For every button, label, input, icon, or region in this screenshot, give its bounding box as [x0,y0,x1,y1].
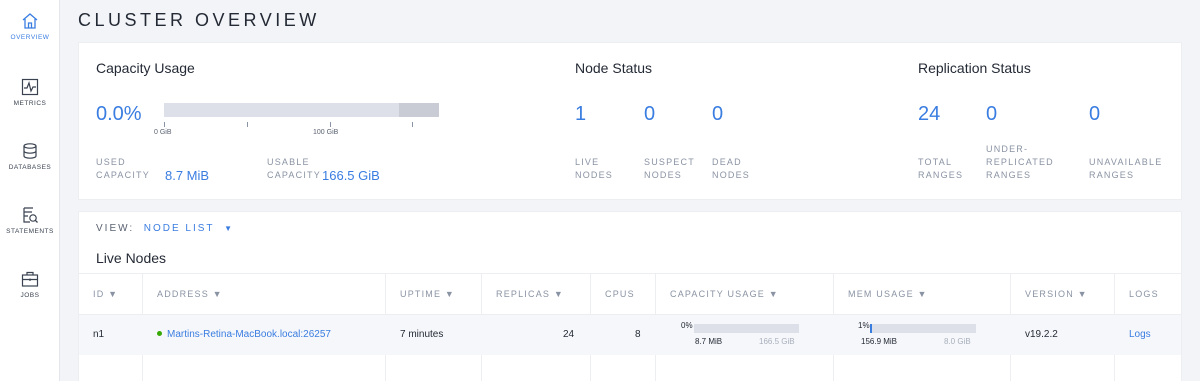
nav-item-metrics[interactable]: METRICS [0,78,60,107]
usable-capacity-label: USABLE CAPACITY [267,156,321,182]
col-replicas[interactable]: REPLICAS ▼ [496,274,564,314]
nav-label-statements: STATEMENTS [6,228,54,235]
usable-capacity-value: 166.5 GiB [322,168,380,183]
under-replicated-label: UNDER- REPLICATED RANGES [986,143,1054,182]
sidebar: OVERVIEW METRICS DATABASES STATEMENTS JO… [0,0,60,381]
axis-tick [164,122,165,127]
cell-version: v19.2.2 [1025,329,1058,340]
view-dropdown-value: NODE LIST [143,223,215,234]
nav-item-databases[interactable]: DATABASES [0,142,60,171]
nav-item-overview[interactable]: OVERVIEW [0,12,60,41]
live-nodes-count: 1 [575,103,587,125]
dead-nodes-label-line-1: DEAD [712,157,742,167]
view-dropdown[interactable]: NODE LIST ▼ [144,223,234,234]
capacity-total-cell: 166.5 GiB [759,337,795,346]
mem-used-cell: 156.9 MiB [861,337,898,346]
cell-replicas: 24 [563,329,575,340]
unavailable-ranges-count: 0 [1089,103,1101,125]
under-replicated-label-line-2: REPLICATED [986,157,1054,167]
node-address-link[interactable]: Martins-Retina-MacBook.local:26257 [167,329,331,340]
mem-percent-cell: 1% [858,321,870,330]
axis-label-0: 0 GiB [154,129,172,136]
nav-label-metrics: METRICS [13,100,47,107]
node-status-title: Node Status [575,60,653,76]
table-header: ID ▼ ADDRESS ▼ UPTIME ▼ REPLICAS ▼ CPUS … [79,273,1181,315]
page-title: CLUSTER OVERVIEW [78,10,320,30]
col-version[interactable]: VERSION ▼ [1025,274,1088,314]
table-row: n1 Martins-Retina-MacBook.local:26257 7 … [79,315,1181,355]
suspect-nodes-count: 0 [644,103,656,125]
col-address[interactable]: ADDRESS ▼ [157,274,223,314]
live-nodes-label-line-1: LIVE [575,157,600,167]
col-capacity-usage[interactable]: CAPACITY USAGE ▼ [670,274,779,314]
capacity-mini-bar [694,324,799,333]
capacity-percent: 0.0% [96,103,142,125]
capacity-percent-cell: 0% [681,321,693,330]
database-icon [23,143,37,159]
status-dot-icon [157,330,162,336]
capacity-usage-title: Capacity Usage [96,60,195,76]
axis-tick [330,122,331,127]
statements-icon [23,207,38,223]
unavailable-ranges-label: UNAVAILABLE RANGES [1089,156,1162,182]
nav-label-jobs: JOBS [20,292,40,299]
live-nodes-label-line-2: NODES [575,170,614,180]
mem-mini-bar-fill [870,324,872,333]
summary-card: Capacity Usage 0.0% 0 GiB 100 GiB USED C… [78,42,1182,200]
col-uptime[interactable]: UPTIME ▼ [400,274,455,314]
usable-label-line-1: USABLE [267,157,310,167]
total-ranges-label-line-2: RANGES [918,170,964,180]
col-cpus: CPUS [605,289,635,299]
logs-link[interactable]: Logs [1129,315,1151,355]
caret-down-icon: ▼ [224,224,234,233]
col-logs: LOGS [1129,289,1159,299]
view-selector: VIEW: NODE LIST ▼ [96,223,234,234]
nav-label-databases: DATABASES [8,164,52,171]
view-label: VIEW: [96,223,135,234]
capacity-bar [164,103,439,117]
dead-nodes-label: DEAD NODES [712,156,750,182]
nav-label-overview: OVERVIEW [10,34,50,41]
unavailable-ranges-label-line-1: UNAVAILABLE [1089,157,1163,167]
dead-nodes-label-line-2: NODES [712,170,751,180]
cell-uptime: 7 minutes [400,329,444,340]
capacity-bar-segment [399,103,439,117]
unavailable-ranges-label-line-2: RANGES [1089,170,1135,180]
axis-tick [412,122,413,127]
capacity-used-cell: 8.7 MiB [695,337,723,346]
dead-nodes-count: 0 [712,103,724,125]
used-capacity-label: USED CAPACITY [96,156,150,182]
nav-item-jobs[interactable]: JOBS [0,270,60,299]
col-mem-usage[interactable]: MEM USAGE ▼ [848,274,928,314]
cell-id: n1 [93,329,105,340]
used-label-line-1: USED [96,157,126,167]
used-capacity-value: 8.7 MiB [165,168,210,183]
total-ranges-count: 24 [918,103,941,125]
live-nodes-title: Live Nodes [96,250,167,266]
suspect-nodes-label: SUSPECT NODES [644,156,695,182]
home-icon [22,13,38,29]
under-replicated-label-line-1: UNDER- [986,144,1029,154]
replication-status-title: Replication Status [918,60,1031,76]
under-replicated-label-line-3: RANGES [986,170,1032,180]
jobs-icon [21,271,39,287]
node-list-card: VIEW: NODE LIST ▼ Live Nodes ID ▼ ADDRES… [78,211,1182,381]
used-label-line-2: CAPACITY [96,170,150,180]
live-nodes-label: LIVE NODES [575,156,613,182]
cell-cpus: 8 [635,329,641,340]
mem-total-cell: 8.0 GiB [944,337,971,346]
col-id[interactable]: ID ▼ [93,274,118,314]
suspect-nodes-label-line-2: NODES [644,170,683,180]
mem-mini-bar [870,324,976,333]
under-replicated-count: 0 [986,103,998,125]
total-ranges-label-line-1: TOTAL [918,157,953,167]
axis-label-100: 100 GiB [313,129,339,136]
nav-item-statements[interactable]: STATEMENTS [0,206,60,235]
suspect-nodes-label-line-1: SUSPECT [644,157,695,167]
total-ranges-label: TOTAL RANGES [918,156,963,182]
usable-label-line-2: CAPACITY [267,170,321,180]
cell-address[interactable]: Martins-Retina-MacBook.local:26257 [157,315,331,355]
metrics-icon [21,78,39,96]
axis-tick [247,122,248,127]
